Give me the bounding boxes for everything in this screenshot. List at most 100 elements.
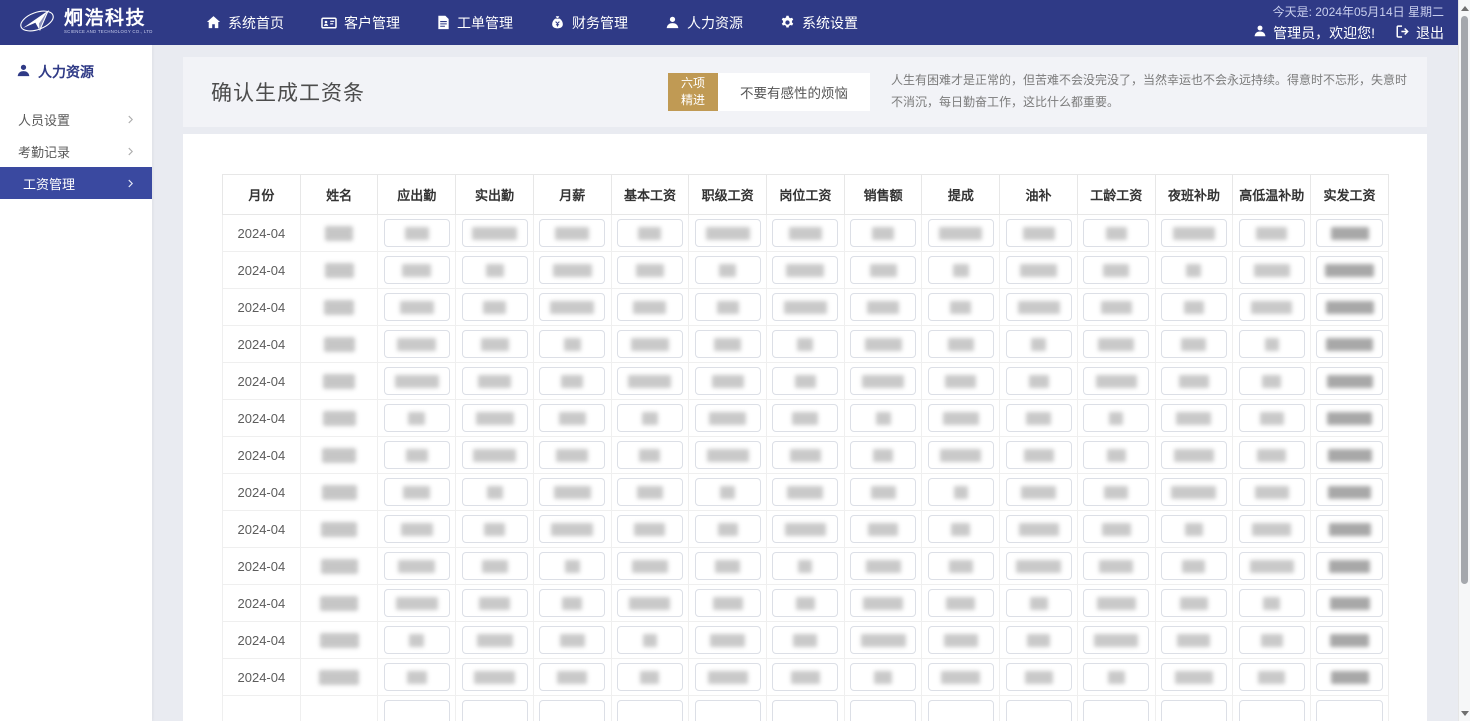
value-input[interactable] bbox=[695, 478, 761, 506]
value-input[interactable] bbox=[695, 552, 761, 580]
value-input[interactable] bbox=[1316, 219, 1382, 247]
value-input[interactable] bbox=[617, 256, 683, 284]
value-input[interactable] bbox=[1239, 256, 1305, 284]
value-input[interactable] bbox=[1006, 404, 1072, 432]
value-input[interactable] bbox=[462, 626, 528, 654]
value-input[interactable] bbox=[539, 663, 605, 691]
nav-item-2[interactable]: 工单管理 bbox=[437, 13, 513, 33]
value-input[interactable] bbox=[1161, 330, 1227, 358]
nav-item-5[interactable]: 系统设置 bbox=[780, 13, 858, 33]
value-input[interactable] bbox=[695, 404, 761, 432]
value-input[interactable] bbox=[1161, 219, 1227, 247]
value-input[interactable] bbox=[462, 552, 528, 580]
value-input[interactable] bbox=[1316, 404, 1382, 432]
value-input[interactable] bbox=[1006, 219, 1072, 247]
value-input[interactable] bbox=[539, 515, 605, 543]
value-input[interactable] bbox=[1239, 404, 1305, 432]
value-input[interactable] bbox=[539, 700, 605, 721]
value-input[interactable] bbox=[1006, 663, 1072, 691]
value-input[interactable] bbox=[1239, 663, 1305, 691]
value-input[interactable] bbox=[850, 367, 916, 395]
value-input[interactable] bbox=[850, 256, 916, 284]
value-input[interactable] bbox=[850, 552, 916, 580]
value-input[interactable] bbox=[462, 293, 528, 321]
value-input[interactable] bbox=[850, 663, 916, 691]
value-input[interactable] bbox=[1006, 589, 1072, 617]
value-input[interactable] bbox=[928, 663, 994, 691]
value-input[interactable] bbox=[928, 330, 994, 358]
value-input[interactable] bbox=[1239, 219, 1305, 247]
value-input[interactable] bbox=[1161, 700, 1227, 721]
value-input[interactable] bbox=[772, 404, 838, 432]
value-input[interactable] bbox=[384, 589, 450, 617]
value-input[interactable] bbox=[1083, 663, 1149, 691]
value-input[interactable] bbox=[1239, 626, 1305, 654]
value-input[interactable] bbox=[850, 293, 916, 321]
value-input[interactable] bbox=[617, 589, 683, 617]
value-input[interactable] bbox=[695, 441, 761, 469]
value-input[interactable] bbox=[1006, 626, 1072, 654]
value-input[interactable] bbox=[1239, 515, 1305, 543]
value-input[interactable] bbox=[1083, 515, 1149, 543]
value-input[interactable] bbox=[1006, 293, 1072, 321]
value-input[interactable] bbox=[384, 441, 450, 469]
value-input[interactable] bbox=[539, 626, 605, 654]
value-input[interactable] bbox=[1083, 441, 1149, 469]
value-input[interactable] bbox=[384, 478, 450, 506]
scroll-up-arrow-icon[interactable] bbox=[1459, 1, 1470, 15]
value-input[interactable] bbox=[1161, 441, 1227, 469]
value-input[interactable] bbox=[695, 330, 761, 358]
value-input[interactable] bbox=[384, 367, 450, 395]
value-input[interactable] bbox=[772, 626, 838, 654]
value-input[interactable] bbox=[1006, 330, 1072, 358]
value-input[interactable] bbox=[539, 478, 605, 506]
value-input[interactable] bbox=[462, 256, 528, 284]
value-input[interactable] bbox=[1006, 700, 1072, 721]
value-input[interactable] bbox=[1316, 663, 1382, 691]
value-input[interactable] bbox=[772, 219, 838, 247]
value-input[interactable] bbox=[772, 367, 838, 395]
value-input[interactable] bbox=[850, 219, 916, 247]
value-input[interactable] bbox=[772, 589, 838, 617]
value-input[interactable] bbox=[1239, 478, 1305, 506]
value-input[interactable] bbox=[1083, 700, 1149, 721]
value-input[interactable] bbox=[1316, 589, 1382, 617]
value-input[interactable] bbox=[617, 367, 683, 395]
value-input[interactable] bbox=[695, 293, 761, 321]
value-input[interactable] bbox=[462, 663, 528, 691]
value-input[interactable] bbox=[772, 552, 838, 580]
value-input[interactable] bbox=[928, 293, 994, 321]
value-input[interactable] bbox=[1006, 441, 1072, 469]
value-input[interactable] bbox=[617, 404, 683, 432]
logout-icon[interactable] bbox=[1395, 24, 1410, 42]
value-input[interactable] bbox=[462, 330, 528, 358]
value-input[interactable] bbox=[850, 700, 916, 721]
value-input[interactable] bbox=[1161, 552, 1227, 580]
value-input[interactable] bbox=[1161, 626, 1227, 654]
value-input[interactable] bbox=[384, 256, 450, 284]
nav-item-0[interactable]: 系统首页 bbox=[206, 13, 284, 33]
brand-logo[interactable]: 炯浩科技 SCIENCE AND TECHNOLOGY CO., LTD bbox=[16, 3, 194, 42]
value-input[interactable] bbox=[695, 700, 761, 721]
value-input[interactable] bbox=[1316, 256, 1382, 284]
value-input[interactable] bbox=[617, 441, 683, 469]
value-input[interactable] bbox=[617, 552, 683, 580]
value-input[interactable] bbox=[928, 478, 994, 506]
value-input[interactable] bbox=[1239, 441, 1305, 469]
value-input[interactable] bbox=[1316, 626, 1382, 654]
value-input[interactable] bbox=[539, 367, 605, 395]
value-input[interactable] bbox=[850, 515, 916, 543]
value-input[interactable] bbox=[850, 626, 916, 654]
value-input[interactable] bbox=[1316, 515, 1382, 543]
value-input[interactable] bbox=[695, 626, 761, 654]
value-input[interactable] bbox=[928, 367, 994, 395]
value-input[interactable] bbox=[695, 219, 761, 247]
value-input[interactable] bbox=[384, 700, 450, 721]
value-input[interactable] bbox=[1316, 330, 1382, 358]
value-input[interactable] bbox=[772, 330, 838, 358]
value-input[interactable] bbox=[1316, 552, 1382, 580]
value-input[interactable] bbox=[1161, 589, 1227, 617]
value-input[interactable] bbox=[772, 478, 838, 506]
value-input[interactable] bbox=[772, 293, 838, 321]
value-input[interactable] bbox=[1083, 219, 1149, 247]
